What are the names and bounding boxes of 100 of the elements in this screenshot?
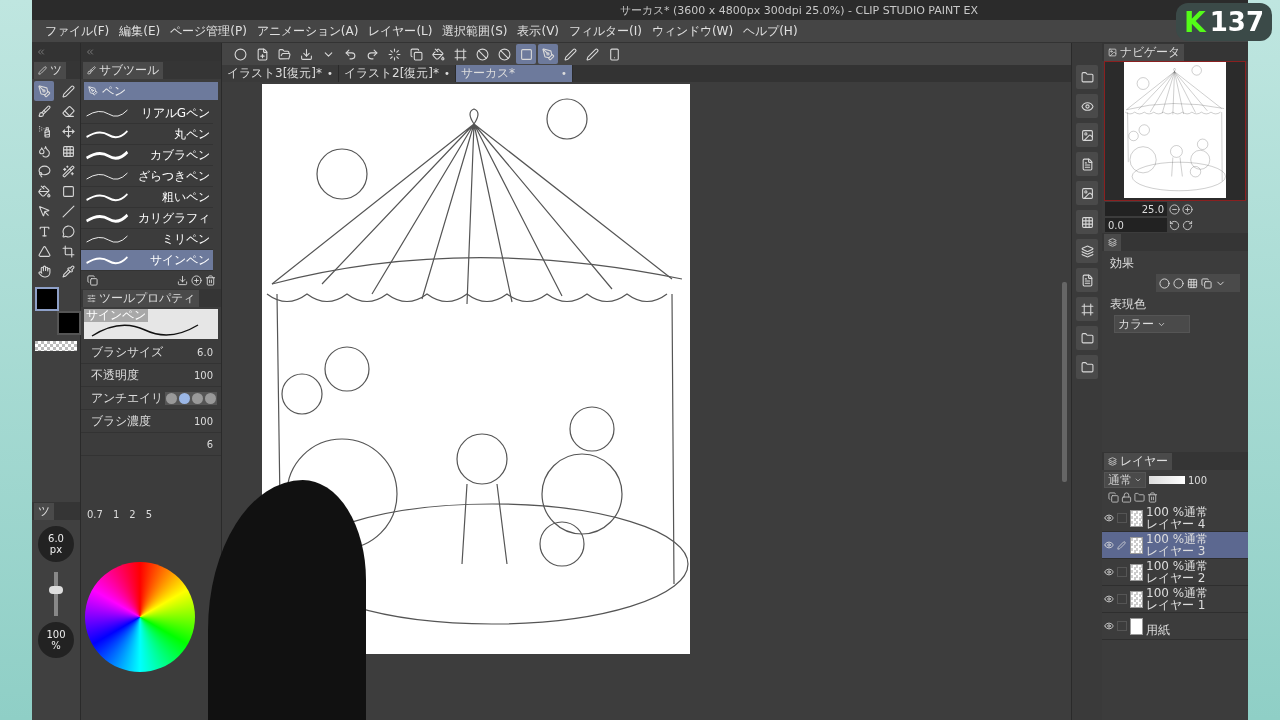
layer-checkbox[interactable] bbox=[1117, 513, 1127, 523]
eye-icon[interactable] bbox=[1104, 540, 1114, 550]
antialias-options[interactable] bbox=[165, 391, 217, 405]
menu-item[interactable]: 編集(E) bbox=[114, 22, 166, 40]
subtool-item[interactable]: カブラペン bbox=[81, 145, 213, 166]
image-icon[interactable] bbox=[1076, 123, 1098, 147]
menu-item[interactable]: ウィンドウ(W) bbox=[646, 22, 739, 40]
folder-icon[interactable] bbox=[1134, 492, 1145, 503]
subtool-item[interactable]: ざらつきペン bbox=[81, 166, 213, 187]
trash-icon[interactable] bbox=[1147, 492, 1158, 503]
modified-dot: • bbox=[327, 68, 333, 79]
pen-nib-icon[interactable] bbox=[34, 81, 54, 101]
subtool-tab[interactable]: サブツール bbox=[83, 62, 163, 79]
layer-checkbox[interactable] bbox=[1117, 621, 1127, 631]
size-option[interactable]: 2 bbox=[129, 509, 136, 520]
eye-icon[interactable] bbox=[1104, 621, 1114, 631]
grid-icon[interactable] bbox=[1076, 210, 1098, 234]
main-color-swatch[interactable] bbox=[35, 287, 59, 311]
subtool-label: カリグラフィ bbox=[138, 209, 210, 227]
effect-buttons[interactable] bbox=[1156, 274, 1240, 292]
size-option[interactable]: 1 bbox=[112, 509, 120, 520]
subtool-label: 丸ペン bbox=[174, 125, 210, 143]
sliders-icon bbox=[87, 294, 96, 303]
lock-icon[interactable] bbox=[1121, 492, 1132, 503]
slider-thumb[interactable] bbox=[49, 586, 63, 595]
transparent-swatch[interactable] bbox=[35, 341, 77, 351]
pen-nib-icon bbox=[88, 86, 98, 96]
tool-tab[interactable]: ツ bbox=[34, 62, 66, 79]
menu-item[interactable]: ファイル(F) bbox=[40, 22, 115, 40]
subtool-item[interactable]: リアルGペン bbox=[81, 103, 213, 124]
property-value[interactable]: 6 bbox=[206, 438, 213, 450]
layer-row[interactable]: 100 %通常 レイヤー 3 bbox=[1102, 532, 1248, 559]
subtool-item[interactable]: 丸ペン bbox=[81, 124, 213, 145]
brush-size-tab[interactable]: ツ bbox=[34, 503, 54, 520]
image-icon[interactable] bbox=[1076, 181, 1098, 205]
brush-icon bbox=[87, 66, 96, 75]
modified-dot: • bbox=[561, 68, 567, 79]
layer-row[interactable]: 100 %通常 レイヤー 2 bbox=[1102, 559, 1248, 586]
subtool-item[interactable]: カリグラフィ bbox=[81, 208, 213, 229]
sub-color-swatch[interactable] bbox=[57, 311, 81, 335]
color-mode-dropdown[interactable]: カラー bbox=[1114, 315, 1190, 333]
copy-icon[interactable] bbox=[85, 273, 99, 287]
menu-item[interactable]: 表示(V) bbox=[512, 22, 565, 40]
subtool-item[interactable]: 粗いペン bbox=[81, 187, 213, 208]
layer-checkbox[interactable] bbox=[1117, 567, 1127, 577]
property-value[interactable]: 100 bbox=[193, 369, 213, 381]
tab-label: サーカス* bbox=[461, 65, 515, 82]
copy-icon[interactable] bbox=[1108, 492, 1119, 503]
subtool-group[interactable]: ペン bbox=[84, 82, 218, 100]
navigator-tab[interactable]: ナビゲータ bbox=[1104, 44, 1184, 61]
square-icon[interactable] bbox=[516, 44, 536, 64]
size-option[interactable]: 0.7 bbox=[87, 509, 103, 520]
tab-label: イラスト2[復元]* bbox=[344, 65, 439, 82]
layer-thumbnail bbox=[1130, 536, 1143, 554]
document-icon[interactable] bbox=[1076, 268, 1098, 292]
eye-icon[interactable] bbox=[1104, 567, 1114, 577]
brush-stroke-icon bbox=[85, 212, 129, 224]
document-tab[interactable]: イラスト2[復元]* • bbox=[339, 65, 456, 82]
trash-icon[interactable] bbox=[203, 273, 217, 287]
eye-icon[interactable] bbox=[1104, 513, 1114, 523]
opacity-indicator[interactable]: 100 % bbox=[38, 622, 74, 658]
size-option[interactable]: 5 bbox=[145, 509, 153, 520]
zoom-field[interactable]: 25.0 bbox=[1105, 202, 1167, 216]
blend-dropdown[interactable]: 通常 bbox=[1104, 472, 1146, 488]
property-value[interactable]: 6.0 bbox=[197, 346, 213, 358]
opacity-value[interactable]: 100 bbox=[1188, 474, 1208, 486]
property-value[interactable]: 100 bbox=[193, 415, 213, 427]
layer-name: 100 %通常 レイヤー 4 bbox=[1146, 506, 1209, 530]
scrollbar[interactable] bbox=[1062, 282, 1067, 482]
rotate-left-icon[interactable] bbox=[1169, 219, 1180, 231]
menu-item[interactable]: 選択範囲(S) bbox=[437, 22, 513, 40]
folder-icon[interactable] bbox=[1076, 65, 1098, 89]
tool-property-tab[interactable]: ツールプロパティ bbox=[83, 290, 199, 307]
zoom-in-icon[interactable] bbox=[1182, 203, 1193, 215]
layer-checkbox[interactable] bbox=[1117, 594, 1127, 604]
layers-icon[interactable] bbox=[1076, 239, 1098, 263]
document-tab[interactable]: イラスト3[復元]* • bbox=[222, 65, 339, 82]
brush-size-indicator[interactable]: 6.0 px bbox=[38, 526, 74, 562]
folder-icon[interactable] bbox=[1076, 326, 1098, 350]
menu-item[interactable]: ヘルプ(H) bbox=[738, 22, 803, 40]
layer-property-tab[interactable] bbox=[1104, 234, 1121, 251]
document-icon[interactable] bbox=[1076, 152, 1098, 176]
layer-tab[interactable]: レイヤー bbox=[1104, 453, 1172, 470]
zoom-out-icon[interactable] bbox=[1169, 203, 1180, 215]
subtool-label: 粗いペン bbox=[162, 188, 210, 206]
download-icon[interactable] bbox=[175, 273, 189, 287]
subtool-item[interactable]: サインペン bbox=[81, 250, 213, 271]
folder-icon[interactable] bbox=[1076, 355, 1098, 379]
menu-item[interactable]: レイヤー(L) bbox=[363, 22, 438, 40]
eye-icon[interactable] bbox=[1104, 594, 1114, 604]
brush-stroke-icon bbox=[85, 191, 129, 203]
menu-item[interactable]: アニメーション(A) bbox=[251, 22, 364, 40]
layer-row[interactable]: 100 %通常 レイヤー 1 bbox=[1102, 586, 1248, 613]
add-icon[interactable] bbox=[189, 273, 203, 287]
rotation-field[interactable]: 0.0 bbox=[1105, 218, 1167, 232]
menu-item[interactable]: ページ管理(P) bbox=[165, 22, 252, 40]
menu-item[interactable]: フィルター(I) bbox=[564, 22, 647, 40]
eye-icon[interactable] bbox=[1076, 94, 1098, 118]
tab-label: イラスト3[復元]* bbox=[227, 65, 322, 82]
rotate-right-icon[interactable] bbox=[1182, 219, 1193, 231]
